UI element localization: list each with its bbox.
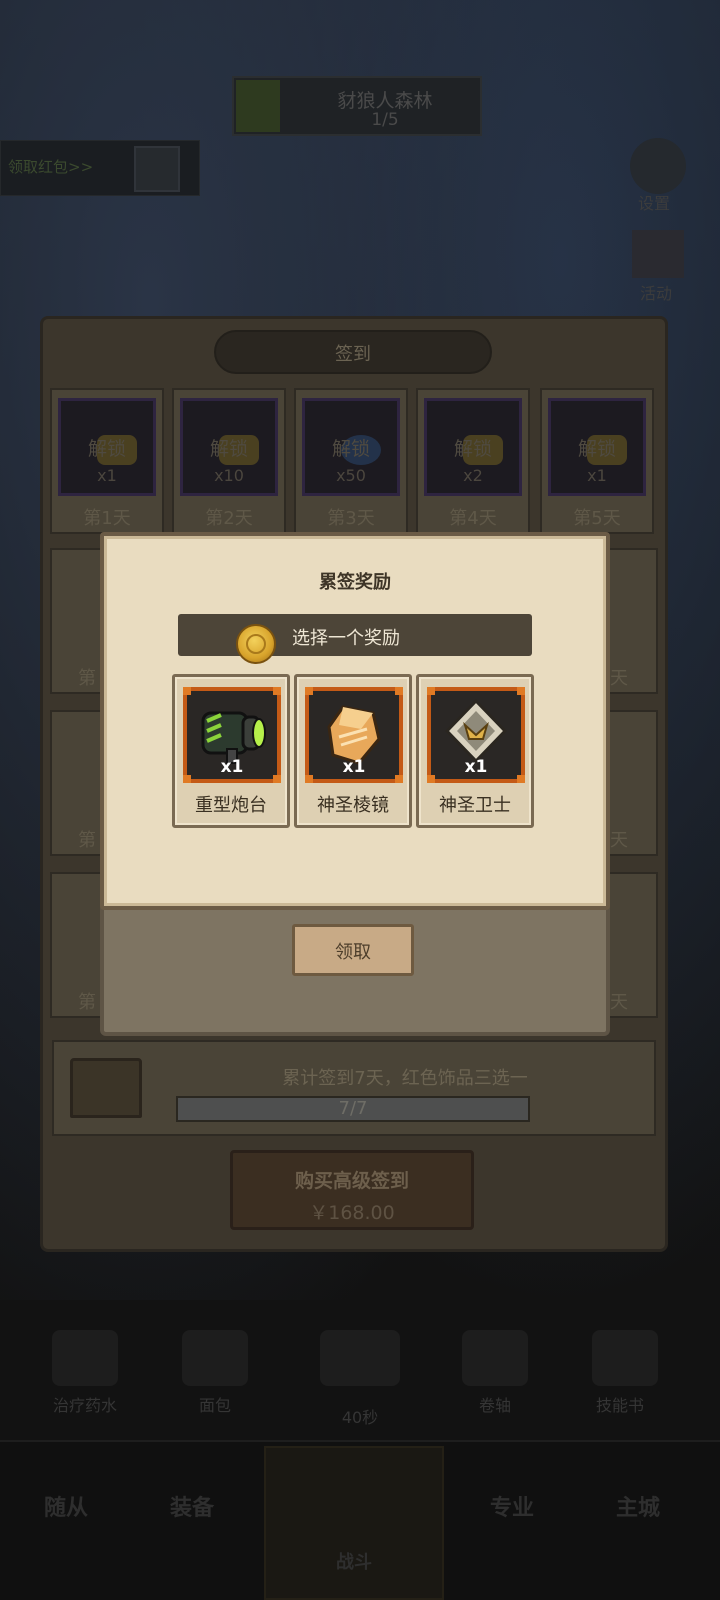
day-card: 解锁 x10 第2天: [172, 388, 286, 534]
item-label: 40秒: [341, 1408, 379, 1427]
reward-qty: x1: [342, 757, 366, 777]
reward-option-guardian[interactable]: x1 神圣卫士: [416, 674, 534, 828]
day-label-partial: 天: [610, 668, 628, 689]
timer-chest-icon: [320, 1330, 400, 1386]
nav-main-city: 主城: [615, 1496, 660, 1521]
unlock-label: 解锁: [87, 438, 126, 460]
day-qty: x10: [214, 466, 244, 485]
reward-slot: x1: [427, 687, 525, 783]
potion-icon: [52, 1330, 118, 1386]
reward-slot: x1: [305, 687, 403, 783]
day-card: 解锁 x1 第1天: [50, 388, 164, 534]
reward-qty: x1: [464, 757, 488, 777]
unlock-label: 解锁: [453, 438, 492, 460]
day-label: 第3天: [327, 508, 375, 529]
scroll-icon: [462, 1330, 528, 1386]
red-packet-icon: [134, 146, 180, 192]
progress-text: 7/7: [338, 1098, 368, 1119]
chest-icon: [70, 1058, 142, 1118]
stage-name: 豺狼人森林: [337, 90, 433, 112]
nav-battle-highlight: [264, 1446, 444, 1600]
reward-option-prism[interactable]: x1 神圣棱镜: [294, 674, 412, 828]
bread-icon: [182, 1330, 248, 1386]
day-card: 解锁 x50 第3天: [294, 388, 408, 534]
item-label: 技能书: [595, 1396, 644, 1415]
day-qty: x50: [336, 466, 366, 485]
day-label-partial: 天: [610, 830, 628, 851]
unlock-label: 解锁: [331, 438, 370, 460]
day-label-partial: 第: [78, 830, 96, 851]
day-label-partial: 天: [610, 992, 628, 1013]
day-label: 第2天: [205, 508, 253, 529]
claim-label[interactable]: 领取: [292, 938, 414, 964]
day-card: 解锁 x2 第4天: [416, 388, 530, 534]
day-label-partial: 第: [78, 992, 96, 1013]
day-qty: x2: [463, 466, 483, 485]
nav-equipment: 装备: [169, 1496, 214, 1521]
stage-progress: 1/5: [371, 110, 399, 130]
cumulative-text: 累计签到7天，红色饰品三选一: [282, 1068, 528, 1089]
buy-premium-label: 购买高级签到: [294, 1170, 409, 1192]
reward-slot: x1: [183, 687, 281, 783]
day-card: 解锁 x1 第5天: [540, 388, 654, 534]
nav-followers: 随从: [43, 1496, 88, 1521]
day-label-partial: 第: [78, 668, 96, 689]
day-label: 第4天: [449, 508, 497, 529]
item-label: 卷轴: [478, 1396, 511, 1415]
buy-premium-price: ￥168.00: [309, 1202, 395, 1224]
nav-profession: 专业: [489, 1496, 534, 1521]
unlock-label: 解锁: [577, 438, 616, 460]
reward-option-turret[interactable]: x1 重型炮台: [172, 674, 290, 828]
reward-name: 神圣卫士: [439, 795, 511, 816]
reward-qty: x1: [220, 757, 244, 777]
item-label: 面包: [198, 1396, 231, 1415]
item-label: 治疗药水: [52, 1396, 117, 1415]
settings-label: 设置: [638, 194, 671, 213]
unlock-label: 解锁: [209, 438, 248, 460]
settings-gear-icon: [630, 138, 686, 194]
red-packet-label: 领取红包>>: [8, 158, 94, 176]
coin-inner-ring: [246, 634, 266, 654]
activity-icon: [632, 230, 684, 278]
day-label: 第1天: [83, 508, 131, 529]
choose-text: 选择一个奖励: [292, 628, 400, 649]
day-qty: x1: [97, 466, 117, 485]
activity-label: 活动: [640, 284, 673, 303]
reward-name: 神圣棱镜: [317, 795, 389, 816]
reward-name: 重型炮台: [195, 795, 267, 816]
signin-title: 签到: [335, 344, 371, 365]
skill-book-icon: [592, 1330, 658, 1386]
day-label: 第5天: [573, 508, 621, 529]
stage-flag-icon: [236, 80, 280, 132]
popup-title: 累签奖励: [319, 572, 391, 593]
day-qty: x1: [587, 466, 607, 485]
nav-battle: 战斗: [336, 1552, 372, 1573]
